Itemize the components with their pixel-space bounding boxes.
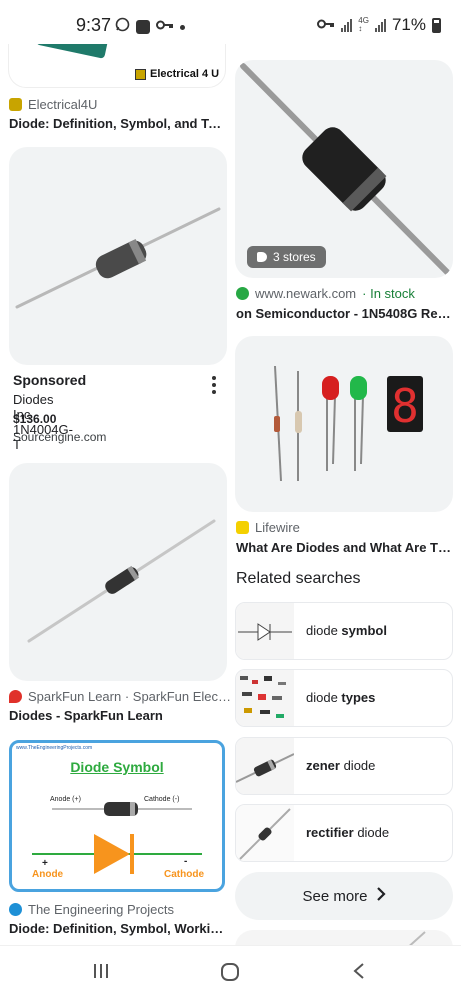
- more-options-icon[interactable]: [212, 376, 216, 394]
- product-seller[interactable]: Sourcengine.com: [13, 430, 106, 444]
- signal-icon: [341, 18, 353, 32]
- related-search-text: diode types: [306, 690, 376, 705]
- result-title[interactable]: Diodes - SparkFun Learn: [9, 708, 225, 723]
- status-icons-right: 4G ↕ 71%: [317, 15, 441, 35]
- result-source[interactable]: Lifewire: [236, 520, 300, 535]
- related-searches-heading: Related searches: [236, 570, 361, 587]
- stores-chip[interactable]: 3 stores: [247, 246, 326, 268]
- related-search-diode-symbol[interactable]: diode symbol: [235, 602, 453, 660]
- chevron-right-icon: [376, 887, 386, 905]
- related-search-diode-types[interactable]: diode types: [235, 669, 453, 727]
- engineering-projects-favicon: [9, 903, 22, 916]
- result-image[interactable]: 8: [235, 336, 453, 512]
- minus-sign: -: [184, 856, 188, 867]
- related-search-thumbnail: [236, 603, 294, 659]
- result-source[interactable]: www.newark.com · In stock: [236, 286, 415, 301]
- home-icon[interactable]: [220, 962, 240, 987]
- newark-favicon: [236, 287, 249, 300]
- result-image[interactable]: [9, 463, 227, 681]
- dot-icon: [180, 24, 185, 30]
- svg-text:8: 8: [391, 379, 419, 433]
- related-search-thumbnail: [236, 738, 295, 794]
- result-source[interactable]: Electrical4U: [9, 97, 97, 112]
- tag-icon: [257, 252, 267, 262]
- related-search-thumbnail: [236, 670, 294, 726]
- sponsored-label: Sponsored: [13, 372, 87, 388]
- whatsapp-icon: [115, 17, 130, 37]
- result-image[interactable]: 3 stores: [235, 60, 453, 278]
- electrical4u-favicon: [9, 98, 22, 111]
- status-icons-left: [115, 17, 185, 37]
- key-icon: [156, 18, 174, 36]
- data-icon: 4G ↕: [358, 16, 369, 33]
- result-source[interactable]: SparkFun Learn · SparkFun Elec…: [9, 689, 231, 704]
- battery-percent: 71%: [391, 15, 426, 34]
- system-nav-bar: [0, 945, 461, 1000]
- cathode-label: Cathode: [164, 869, 204, 880]
- see-more-button[interactable]: See more: [235, 872, 453, 920]
- result-title[interactable]: What Are Diodes and What Are Th…: [236, 540, 452, 555]
- result-title[interactable]: Diode: Definition, Symbol, and Typ…: [9, 116, 225, 131]
- result-title[interactable]: Diode: Definition, Symbol, Working…: [9, 921, 225, 936]
- related-search-zener-diode[interactable]: zener diode: [235, 737, 453, 795]
- result-source[interactable]: The Engineering Projects: [9, 902, 174, 917]
- product-image[interactable]: [9, 147, 227, 365]
- sparkfun-favicon: [9, 690, 22, 703]
- related-search-thumbnail: [236, 805, 294, 861]
- related-search-rectifier-diode[interactable]: rectifier diode: [235, 804, 453, 862]
- signal-icon: [374, 18, 386, 32]
- result-title[interactable]: on Semiconductor - 1N5408G Rect…: [236, 306, 452, 321]
- in-stock-label: · In stock: [362, 286, 415, 301]
- see-more-label: See more: [302, 887, 368, 905]
- status-bar: 9:37 4G ↕ 71%: [0, 0, 461, 44]
- key-icon: [317, 15, 335, 35]
- status-time: 9:37: [76, 15, 112, 35]
- related-search-text: zener diode: [306, 758, 376, 773]
- result-image[interactable]: www.TheEngineeringProjects.com Diode Sym…: [9, 740, 225, 892]
- product-price: $136.00: [13, 412, 57, 426]
- lifewire-favicon: [236, 521, 249, 534]
- electrical4u-logo: Electrical 4 U: [135, 68, 219, 80]
- gallery-icon: [136, 20, 150, 34]
- back-icon[interactable]: [352, 962, 366, 985]
- recent-apps-icon[interactable]: [92, 962, 110, 985]
- related-search-text: rectifier diode: [306, 825, 390, 840]
- plus-sign: +: [42, 858, 48, 869]
- battery-icon: [432, 17, 441, 33]
- related-search-text: diode symbol: [306, 623, 387, 638]
- anode-label: Anode: [32, 869, 64, 880]
